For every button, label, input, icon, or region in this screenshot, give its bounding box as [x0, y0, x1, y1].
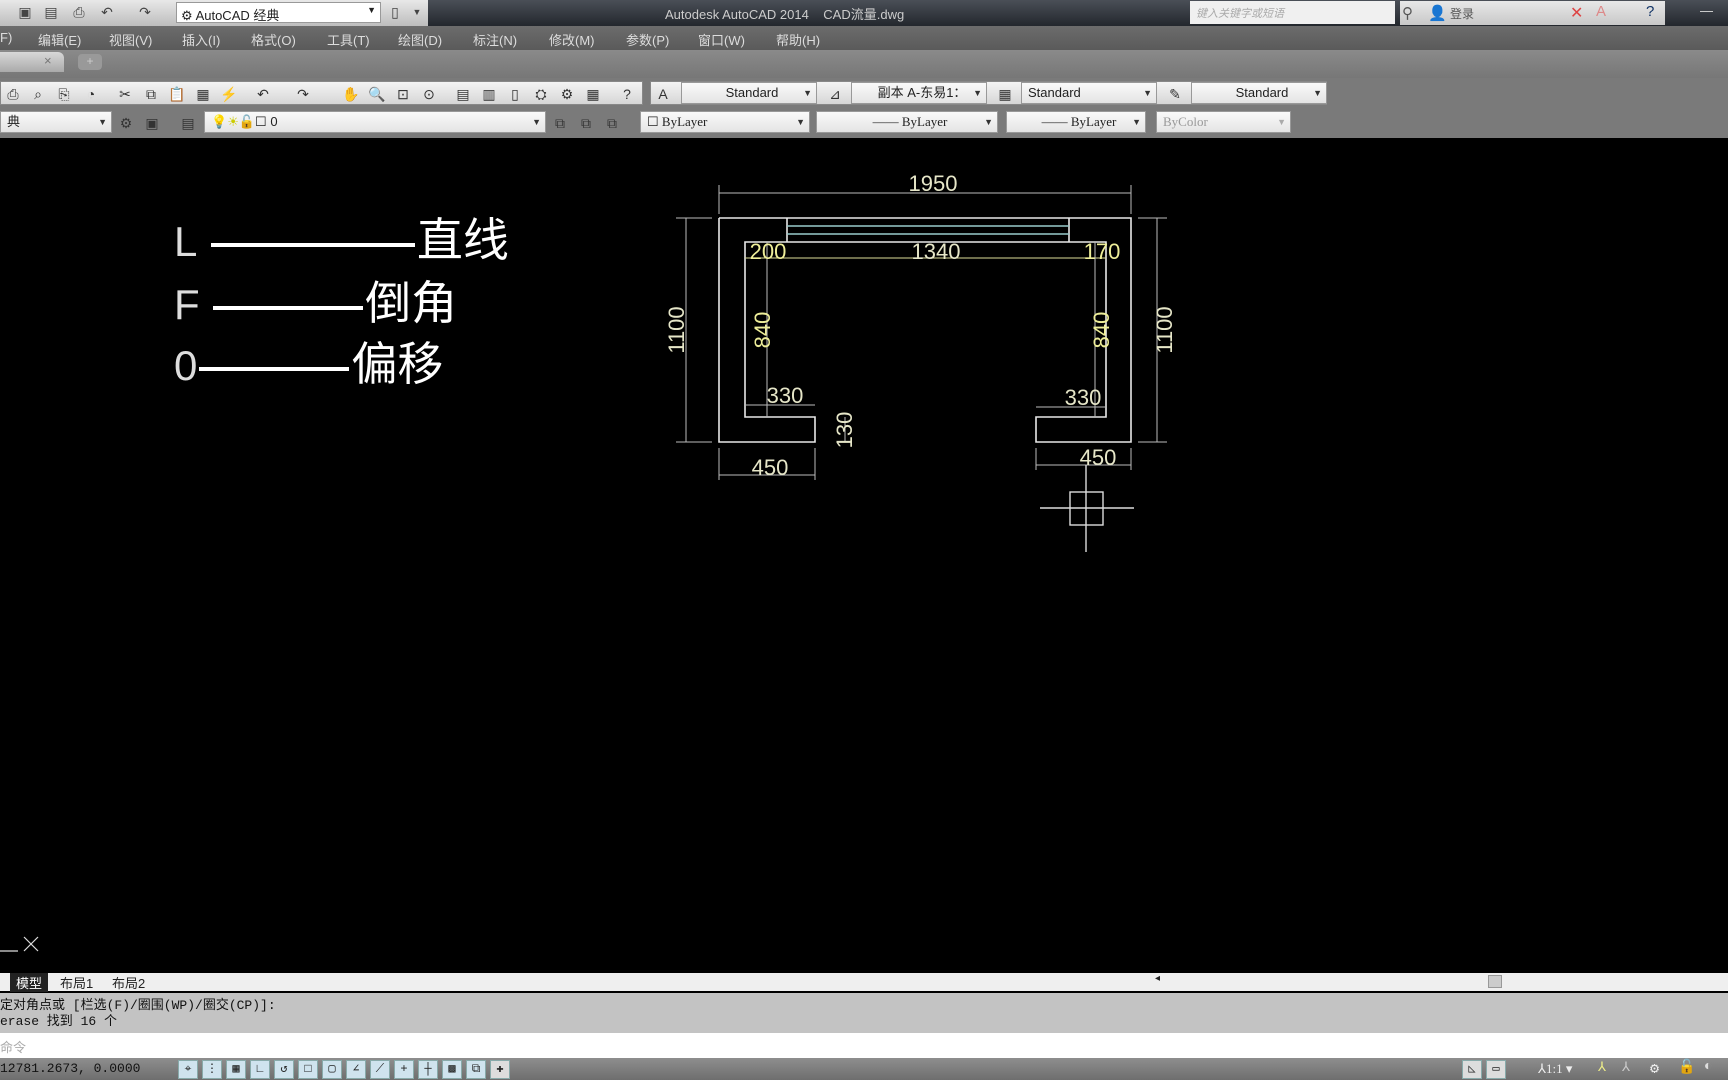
- tab-layout1[interactable]: 布局1: [60, 973, 93, 992]
- dim-overall-width: 1950: [909, 171, 958, 196]
- tab-layout2[interactable]: 布局2: [112, 973, 145, 992]
- annotation-scale[interactable]: ⅄1:1 ▾: [1538, 1061, 1572, 1077]
- hardware-acceleration-icon[interactable]: ◐: [1704, 1059, 1712, 1075]
- transparency-toggle[interactable]: ▩: [442, 1060, 462, 1079]
- command-input[interactable]: 命令: [0, 1033, 1728, 1058]
- auto-scale-icon[interactable]: ⅄: [1622, 1060, 1630, 1075]
- layout-tabs-bar: 模型 布局1 布局2 ◂: [0, 973, 1728, 992]
- 3d-osnap-toggle[interactable]: ▢: [322, 1060, 342, 1079]
- dyn-toggle[interactable]: +: [394, 1060, 414, 1079]
- model-space-button[interactable]: ◺: [1462, 1060, 1482, 1079]
- workspace-switching-icon[interactable]: ⚙: [1650, 1059, 1659, 1078]
- dim-foot-left: 330: [767, 383, 804, 408]
- osnap-toggle[interactable]: □: [298, 1060, 318, 1079]
- dim-right-offset: 170: [1084, 239, 1121, 264]
- ortho-toggle[interactable]: ∟: [250, 1060, 270, 1079]
- coordinates-readout: 12781.2673, 0.0000: [0, 1061, 141, 1076]
- history-line: erase 找到 16 个: [0, 1014, 118, 1029]
- dim-middle: 1340: [912, 239, 961, 264]
- status-bar: 12781.2673, 0.0000 ⌖ ⋮ ▦ ∟ ↺ □ ▢ ∠ ⟋ + ┼…: [0, 1058, 1728, 1080]
- dim-base-left: 450: [752, 455, 789, 480]
- polar-toggle[interactable]: ↺: [274, 1060, 294, 1079]
- horizontal-scrollbar-thumb[interactable]: [1488, 975, 1502, 988]
- dim-height-left: 1100: [664, 306, 689, 353]
- grid-toggle[interactable]: ▦: [226, 1060, 246, 1079]
- annotation-scale-value: 1:1: [1545, 1061, 1563, 1076]
- dim-foot-right: 330: [1065, 385, 1102, 410]
- infer-constraints-toggle[interactable]: ⌖: [178, 1060, 198, 1079]
- drawing-svg: 1950 1100 1100 200 1340 170 840 840 330 …: [0, 171, 1177, 952]
- dim-foot-thickness: 130: [832, 412, 857, 449]
- quick-view-layouts-button[interactable]: ▭: [1486, 1060, 1506, 1079]
- otrack-toggle[interactable]: ∠: [346, 1060, 366, 1079]
- tab-model[interactable]: 模型: [10, 973, 49, 992]
- dim-height-right: 1100: [1152, 306, 1177, 353]
- dim-inner-left: 840: [750, 312, 775, 349]
- drawing-canvas[interactable]: L 直线 F 倒角 0 偏移 1950 1100 1100 200 1340 17…: [0, 138, 1728, 973]
- scroll-left-arrow[interactable]: ◂: [1155, 973, 1160, 984]
- annotation-icon: ⅄: [1538, 1061, 1546, 1076]
- quick-properties-toggle[interactable]: ⧉: [466, 1060, 486, 1079]
- selection-cycling-toggle[interactable]: ✚: [490, 1060, 510, 1079]
- crosshair-cursor: [1040, 465, 1134, 552]
- dim-inner-right: 840: [1089, 312, 1114, 349]
- command-history: 定对角点或 [栏选(F)/圈围(WP)/圈交(CP)]: erase 找到 16…: [0, 993, 1728, 1033]
- command-placeholder: 命令: [0, 1040, 27, 1055]
- lineweight-toggle[interactable]: ┼: [418, 1060, 438, 1079]
- dim-base-right: 450: [1080, 445, 1117, 470]
- snap-toggle[interactable]: ⋮: [202, 1060, 222, 1079]
- dim-left-offset: 200: [750, 239, 787, 264]
- ucs-icon: [0, 936, 39, 952]
- annotation-visibility-icon[interactable]: ⅄: [1598, 1060, 1606, 1075]
- lock-icon[interactable]: 🔓: [1678, 1059, 1695, 1076]
- ducs-toggle[interactable]: ⟋: [370, 1060, 390, 1079]
- history-line: 定对角点或 [栏选(F)/圈围(WP)/圈交(CP)]:: [0, 998, 276, 1013]
